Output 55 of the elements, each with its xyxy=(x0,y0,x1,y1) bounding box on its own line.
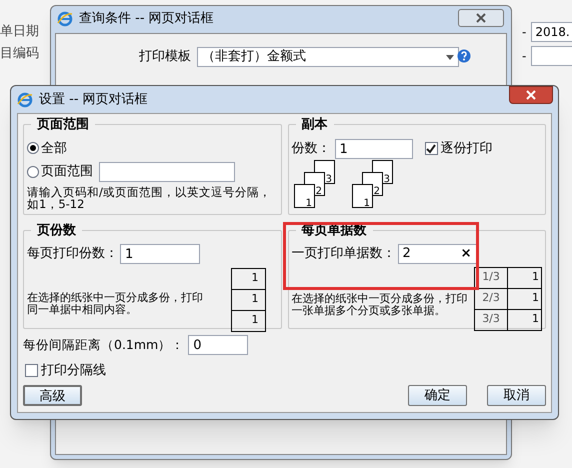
table-cell: 1 xyxy=(508,288,542,309)
window-title: 设置 -- 网页对话框 xyxy=(39,90,148,109)
radio-label: 页面范围 xyxy=(41,163,93,182)
bills-per-page-label: 一页打印单据数： xyxy=(292,244,396,263)
template-select[interactable]: （非套打）金额式 xyxy=(197,47,459,67)
field-label: 目编码 xyxy=(0,46,39,62)
close-icon xyxy=(526,90,536,100)
table-cell: 1 xyxy=(231,310,265,331)
description-text: 在选择的纸张中一页分成多份，打印同一单据中相同内容。 xyxy=(27,292,204,316)
input-field[interactable] xyxy=(531,46,572,66)
divider-label: 打印分隔线 xyxy=(41,362,106,380)
table-cell: 1 xyxy=(231,289,265,310)
radio-label: 全部 xyxy=(41,140,67,158)
group-title: 页份数 xyxy=(36,222,77,240)
copies-label: 份数： xyxy=(292,140,330,158)
spacing-field[interactable]: 0 xyxy=(188,335,248,355)
help-icon[interactable] xyxy=(457,49,471,63)
field-label: 单日期 xyxy=(0,24,39,40)
hint-text: 请输入页码和/或页面范围，以英文逗号分隔，如1，5-12 xyxy=(27,186,272,210)
range-dash: - xyxy=(522,48,526,65)
browser-icon xyxy=(57,11,73,27)
ok-button[interactable]: 确定 xyxy=(408,384,467,406)
radio-button[interactable] xyxy=(27,166,39,178)
description-text: 在选择的纸张中一页分成多份，打印一张单据多个分页或多张单据。 xyxy=(292,292,468,316)
page-stack-drawing: 3 2 1 xyxy=(352,160,396,208)
window-title: 查询条件 -- 网页对话框 xyxy=(79,10,214,28)
copies-per-page-label: 每页打印份数： xyxy=(27,244,118,263)
input-field[interactable]: 2018. xyxy=(531,22,572,42)
copies-field[interactable]: 1 xyxy=(334,138,412,158)
bills-per-page-field[interactable]: 2 × xyxy=(398,244,476,264)
table-cell: 1 xyxy=(508,309,542,330)
close-icon xyxy=(476,13,486,23)
clear-button[interactable]: × xyxy=(460,244,472,264)
page-range-field[interactable] xyxy=(99,162,235,182)
table-cell: 1 xyxy=(508,267,542,288)
range-dash: - xyxy=(522,24,526,41)
table-cell: 1 xyxy=(231,268,265,289)
cancel-button[interactable]: 取消 xyxy=(487,384,546,406)
group-title: 页面范围 xyxy=(36,116,90,134)
browser-icon xyxy=(17,92,33,108)
checkbox[interactable] xyxy=(25,364,38,378)
spacing-label: 每份间隔距离（0.1mm）： xyxy=(23,336,184,354)
checkbox[interactable] xyxy=(424,142,438,155)
group-title: 副本 xyxy=(300,116,328,134)
close-button[interactable] xyxy=(509,86,553,104)
dropdown-caret-icon xyxy=(446,54,454,60)
copies-per-page-field[interactable]: 1 xyxy=(120,244,200,264)
close-button[interactable] xyxy=(458,9,504,27)
page-stack-drawing: 3 2 1 xyxy=(294,160,338,208)
table-cell: 2/3 xyxy=(474,288,508,309)
collate-label: 逐份打印 xyxy=(440,140,492,158)
advanced-button[interactable]: 高级 xyxy=(23,384,82,406)
radio-button[interactable] xyxy=(27,142,39,154)
table-cell: 3/3 xyxy=(474,309,508,330)
template-label: 打印模板 xyxy=(139,48,191,66)
